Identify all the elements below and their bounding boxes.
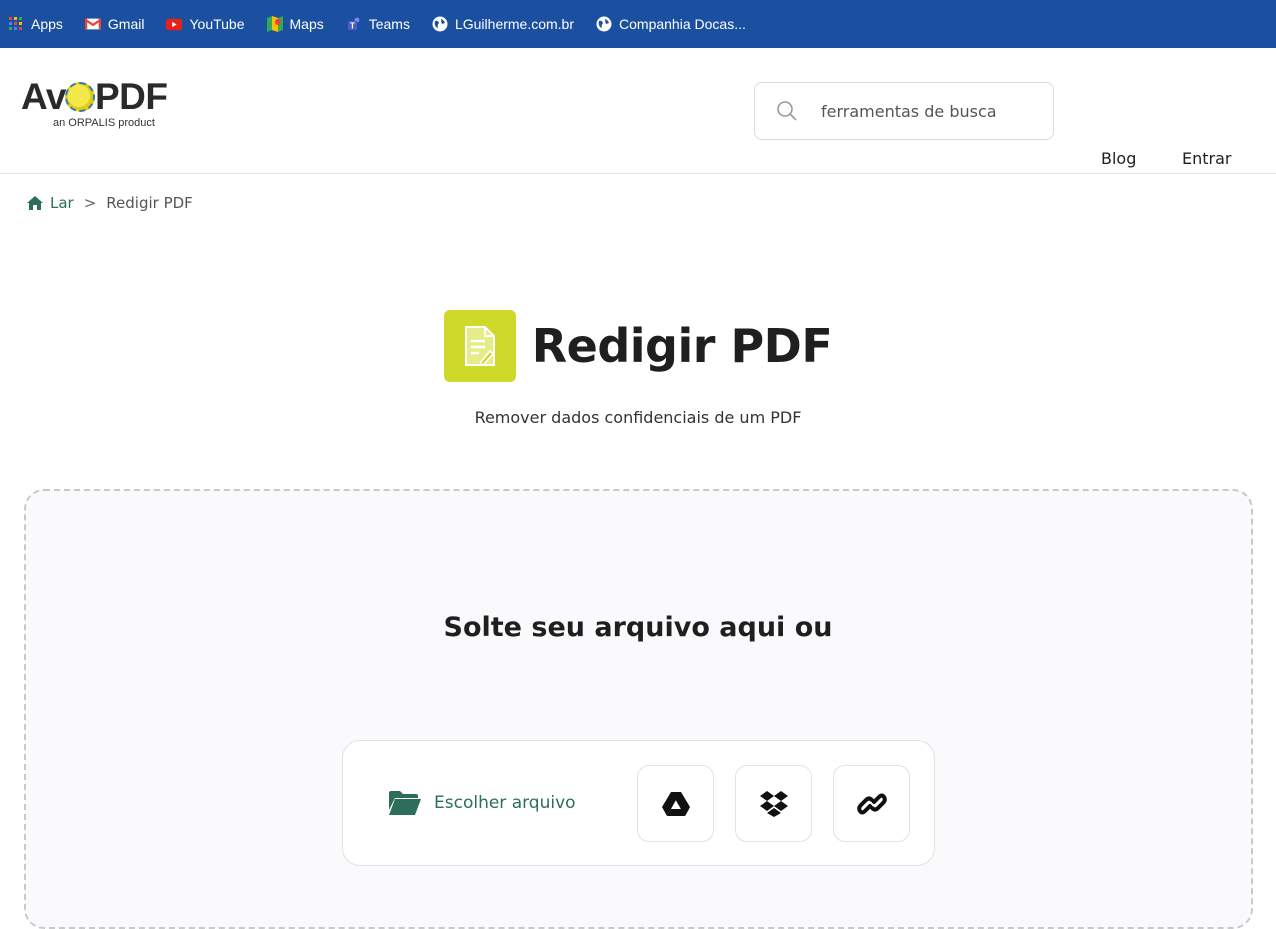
blog-link[interactable]: Blog bbox=[1101, 149, 1136, 168]
home-icon bbox=[27, 196, 43, 210]
choose-file-button[interactable]: Escolher arquivo bbox=[388, 790, 576, 816]
apps-grid-icon bbox=[8, 16, 24, 32]
bookmark-label: Apps bbox=[31, 16, 63, 32]
bookmark-gmail[interactable]: Gmail bbox=[84, 16, 145, 32]
login-link[interactable]: Entrar bbox=[1182, 149, 1231, 168]
folder-open-icon bbox=[389, 791, 421, 815]
breadcrumb-separator: > bbox=[83, 194, 97, 212]
globe-icon bbox=[432, 16, 448, 32]
search-icon bbox=[777, 101, 797, 121]
gmail-icon bbox=[84, 16, 101, 32]
drop-zone-title: Solte seu arquivo aqui ou bbox=[443, 612, 833, 643]
logo-tagline: an ORPALIS product bbox=[53, 117, 155, 129]
search-box[interactable] bbox=[754, 82, 1054, 140]
bookmark-label: LGuilherme.com.br bbox=[454, 16, 575, 32]
bookmark-label: YouTube bbox=[189, 16, 245, 32]
bookmark-label: Teams bbox=[368, 16, 410, 32]
google-drive-button[interactable] bbox=[637, 765, 714, 842]
bookmark-label: Maps bbox=[289, 16, 324, 32]
globe-icon bbox=[596, 16, 612, 32]
teams-icon: T bbox=[346, 16, 362, 32]
dropbox-button[interactable] bbox=[735, 765, 812, 842]
bookmark-maps[interactable]: Maps bbox=[266, 16, 324, 32]
bookmark-companhia-docas[interactable]: Companhia Docas... bbox=[596, 16, 746, 32]
bookmarks-bar: Apps Gmail YouTube Maps T Teams LGuilher… bbox=[0, 0, 1276, 48]
breadcrumb: Lar > Redigir PDF bbox=[26, 194, 193, 212]
bookmark-label: Gmail bbox=[107, 16, 145, 32]
logo-globe-icon bbox=[64, 82, 95, 112]
page-subtitle: Remover dados confidenciais de um PDF bbox=[474, 408, 802, 427]
bookmark-apps[interactable]: Apps bbox=[8, 16, 63, 32]
breadcrumb-current: Redigir PDF bbox=[106, 194, 193, 212]
google-drive-icon bbox=[661, 791, 690, 816]
svg-text:T: T bbox=[350, 22, 355, 31]
breadcrumb-home[interactable]: Lar bbox=[50, 194, 74, 212]
bookmark-lguilherme[interactable]: LGuilherme.com.br bbox=[432, 16, 574, 32]
redact-document-icon bbox=[443, 310, 516, 382]
search-input[interactable] bbox=[821, 101, 1031, 121]
logo-wordmark: Av PDF bbox=[21, 76, 168, 117]
bookmark-youtube[interactable]: YouTube bbox=[166, 16, 245, 32]
avepdf-logo[interactable]: Av PDF an ORPALIS product bbox=[21, 76, 168, 130]
maps-icon bbox=[266, 16, 283, 32]
youtube-icon bbox=[166, 16, 183, 32]
bookmark-teams[interactable]: T Teams bbox=[346, 16, 410, 32]
bookmark-label: Companhia Docas... bbox=[619, 16, 746, 32]
url-link-button[interactable] bbox=[833, 765, 910, 842]
dropbox-icon bbox=[759, 790, 788, 817]
site-header: AvPDF an ORPALIS product Blog Entrar bbox=[0, 48, 1276, 174]
choose-file-label: Escolher arquivo bbox=[434, 793, 576, 813]
link-icon bbox=[856, 793, 887, 814]
tool-header: Redigir PDF bbox=[0, 310, 1276, 382]
page-title: Redigir PDF bbox=[531, 319, 833, 373]
